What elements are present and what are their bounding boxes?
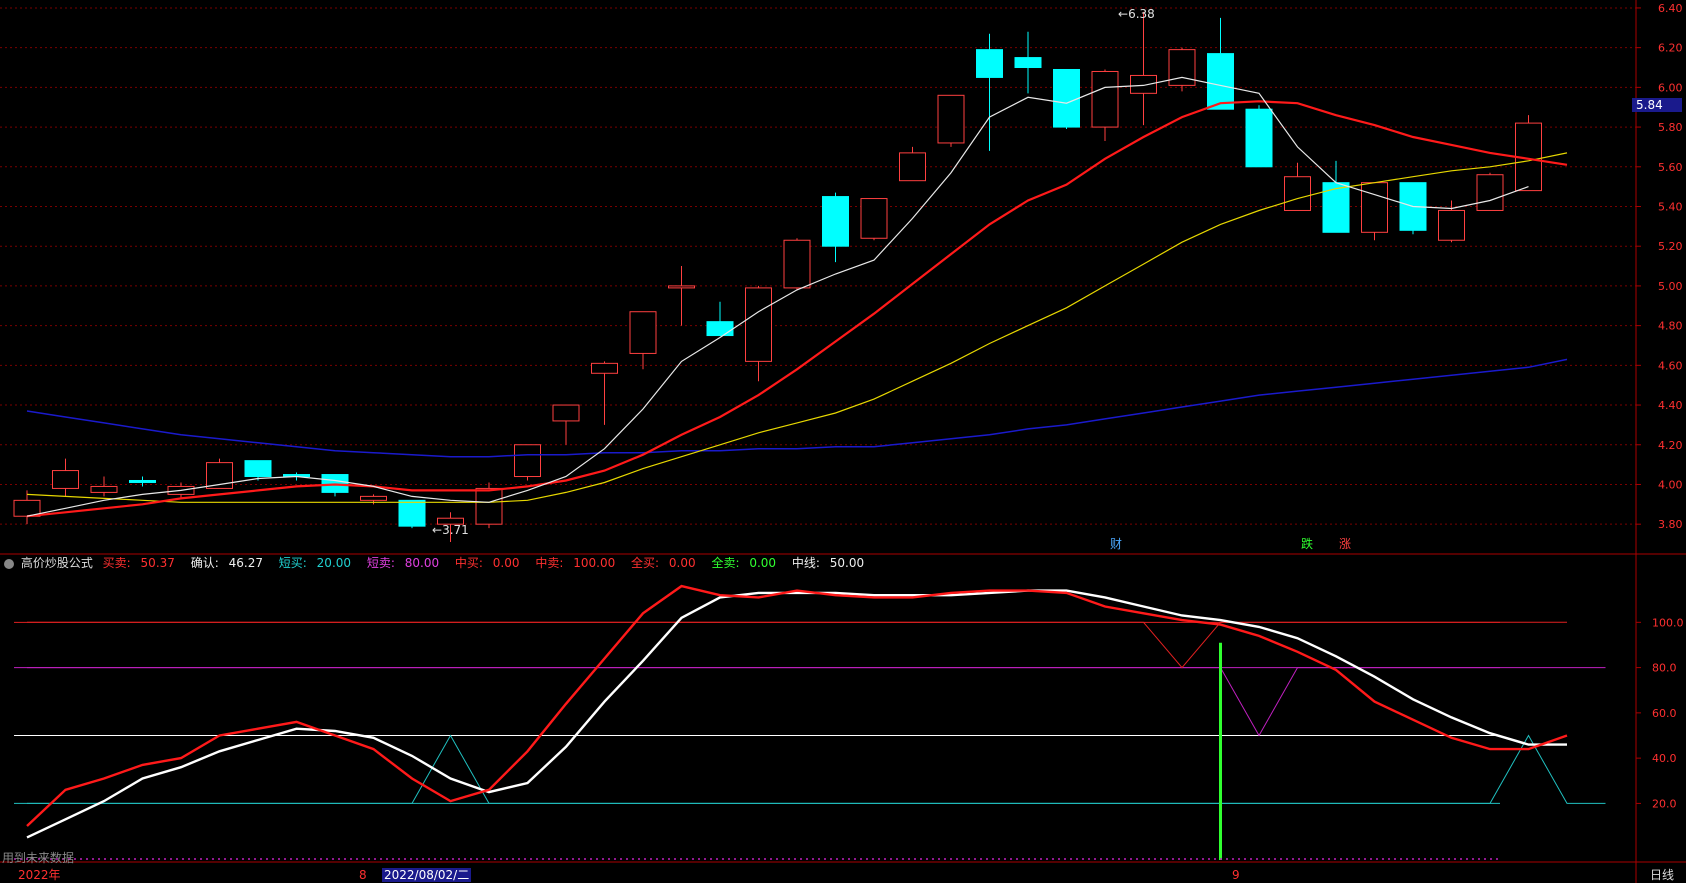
all-buy-stat: 全买: 0.00 <box>631 556 696 570</box>
candle-body <box>706 321 734 337</box>
all-sell-stat: 全卖: 0.00 <box>711 556 777 570</box>
mid-buy-stat: 中买: 0.00 <box>454 556 520 570</box>
indicator-tick-label: 20.0 <box>1652 797 1677 810</box>
price-tick-label: 6.40 <box>1658 2 1683 15</box>
candlesticks <box>13 11 1542 543</box>
candle-body <box>976 49 1003 78</box>
candle-body <box>591 362 618 374</box>
high-annotation: ←6.38 <box>1118 7 1155 21</box>
indicator-name[interactable]: 高价炒股公式 <box>21 556 93 570</box>
candle-body <box>244 460 272 478</box>
month-9-label: 9 <box>1232 868 1240 882</box>
moving-averages <box>26 76 1568 518</box>
candle-body <box>1361 182 1388 233</box>
month-8-label: 8 <box>359 868 367 882</box>
period-label[interactable]: 日线 <box>1650 868 1674 882</box>
cursor-date: 2022/08/02/二 <box>382 868 472 882</box>
price-tick-label: 5.80 <box>1658 121 1683 134</box>
candle-body <box>1322 182 1350 233</box>
event-cai[interactable]: 财 <box>1110 537 1122 551</box>
price-tick-label: 4.60 <box>1658 359 1683 372</box>
stock-chart[interactable]: 6.40 6.20 6.00 5.80 5.60 5.40 5.20 5.00 4.80 4.60… <box>0 0 1686 883</box>
candle-body <box>90 485 118 493</box>
indicator-tick-label: 60.0 <box>1652 707 1677 720</box>
candle-body <box>937 94 965 144</box>
candle-body <box>860 198 888 239</box>
candle-body <box>398 499 426 527</box>
candle-body <box>514 444 541 478</box>
price-tick-label: 5.40 <box>1658 200 1683 213</box>
future-data-note: 用到未来数据 <box>2 851 75 865</box>
year-label: 2022年 <box>18 868 61 882</box>
candle-body <box>783 239 811 289</box>
short-buy-line <box>27 734 1606 804</box>
indicator-tick-label: 80.0 <box>1652 662 1677 675</box>
mid-sell-stat: 中卖: 100.00 <box>535 556 616 570</box>
event-die[interactable]: 跌 <box>1301 537 1313 551</box>
candle-body <box>1130 74 1157 94</box>
candle-body <box>822 196 849 247</box>
price-tick-label: 5.20 <box>1658 240 1683 253</box>
ma-blue-line <box>26 358 1568 458</box>
candle-body <box>629 311 657 354</box>
low-value: 3.71 <box>442 523 469 537</box>
high-value: 6.38 <box>1128 7 1155 21</box>
candle-body <box>129 479 156 483</box>
indicator-header: 高价炒股公式 买卖: 50.37 确认: 46.27 短买: 20.00 短卖:… <box>4 554 876 571</box>
candle-body <box>52 470 79 489</box>
candle-body <box>899 152 926 182</box>
confirm-line <box>26 589 1567 839</box>
candle-body <box>1207 53 1234 110</box>
candle-body <box>1245 108 1273 168</box>
price-tick-label: 4.40 <box>1658 399 1683 412</box>
candle-body <box>1476 174 1504 211</box>
short-sell-stat: 短卖: 80.00 <box>366 556 440 570</box>
current-price-badge: 5.84 <box>1632 98 1682 112</box>
candle-body <box>1014 57 1042 69</box>
price-tick-label: 5.60 <box>1658 161 1683 174</box>
price-tick-label: 5.00 <box>1658 280 1683 293</box>
price-tick-label: 6.00 <box>1658 81 1683 94</box>
candle-body <box>360 495 387 501</box>
short-sell-line <box>27 667 1606 737</box>
indicator-tick-label: 40.0 <box>1652 752 1677 765</box>
indicator-lines <box>14 584 1606 860</box>
short-buy-stat: 短买: 20.00 <box>278 556 352 570</box>
ma-white-line <box>26 76 1529 517</box>
indicator-toggle-icon[interactable] <box>4 558 14 569</box>
candle-body <box>1438 209 1465 241</box>
price-axis: 6.40 6.20 6.00 5.80 5.60 5.40 5.20 5.00 4.80 4.60… <box>1636 2 1684 810</box>
indicator-tick-label: 100.0 <box>1652 616 1684 629</box>
candle-body <box>1284 176 1311 211</box>
low-annotation: ←3.71 <box>432 523 469 537</box>
price-tick-label: 4.80 <box>1658 320 1683 333</box>
price-tick-label: 6.20 <box>1658 42 1683 55</box>
event-zhang[interactable]: 涨 <box>1339 537 1351 551</box>
candle-body <box>552 404 580 422</box>
price-tick-label: 3.80 <box>1658 518 1683 531</box>
candle-body <box>475 487 503 525</box>
confirm-stat: 确认: 46.27 <box>190 556 263 570</box>
candle-body <box>745 287 772 362</box>
candle-body <box>1091 70 1119 128</box>
mid-sell-line <box>27 621 1567 669</box>
candle-body <box>1168 49 1196 86</box>
buy-sell-stat: 买卖: 50.37 <box>102 556 175 570</box>
candle-body <box>668 285 695 289</box>
price-tick-label: 4.20 <box>1658 439 1683 452</box>
candle-body <box>1053 68 1080 128</box>
mid-line-stat: 中线: 50.00 <box>791 556 865 570</box>
price-tick-label: 4.00 <box>1658 478 1683 491</box>
grid <box>0 0 1686 883</box>
